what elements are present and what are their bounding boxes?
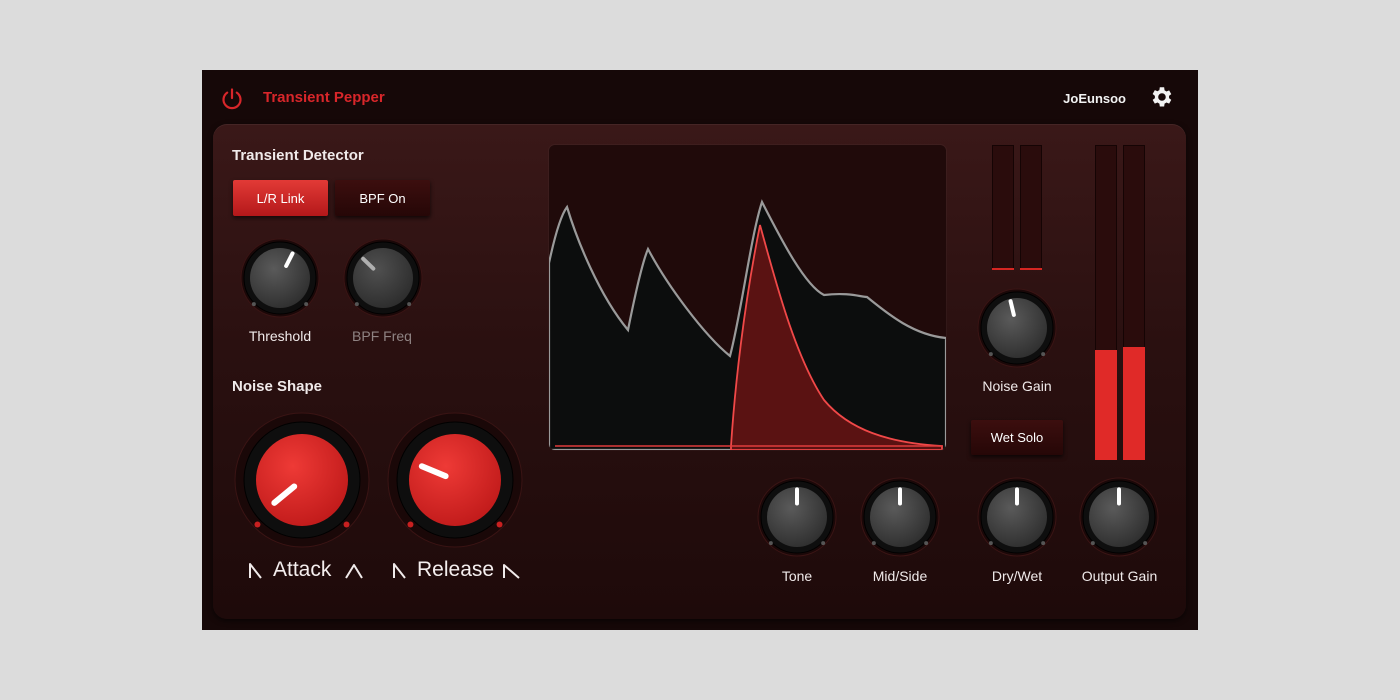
release-long-icon: [503, 564, 520, 579]
noise-shape-title: Noise Shape: [232, 378, 323, 395]
bpf-freq-knob-graphic: [343, 238, 423, 318]
waveform-display: [549, 145, 946, 450]
output-gain-knob-graphic: [1079, 477, 1159, 557]
output-meter-left-fill: [1095, 349, 1117, 460]
tone-knob-graphic: [757, 477, 837, 557]
user-name: JoEunsoo: [1063, 91, 1126, 106]
attack-knob[interactable]: [234, 412, 370, 548]
gear-icon[interactable]: [1148, 84, 1174, 110]
attack-short-icon: [249, 563, 262, 579]
threshold-knob-graphic: [240, 238, 320, 318]
threshold-label: Threshold: [248, 328, 312, 344]
bpf-freq-knob[interactable]: [343, 238, 423, 318]
noise-gain-knob[interactable]: [977, 288, 1057, 368]
tone-knob[interactable]: [757, 477, 837, 557]
app-title: Transient Pepper: [263, 89, 385, 106]
output-meter-right: [1123, 145, 1145, 460]
noise-meter-right-cap: [1020, 268, 1042, 270]
top-bar: Transient Pepper JoEunsoo: [202, 70, 1198, 126]
release-knob[interactable]: [387, 412, 523, 548]
tone-label: Tone: [781, 568, 813, 584]
bpf-freq-label: BPF Freq: [352, 328, 412, 344]
output-gain-knob[interactable]: [1079, 477, 1159, 557]
threshold-knob[interactable]: [240, 238, 320, 318]
noise-meter-left: [992, 145, 1014, 270]
dry-wet-knob-graphic: [977, 477, 1057, 557]
bpf-on-button[interactable]: BPF On: [335, 180, 430, 216]
release-short-icon: [393, 563, 406, 579]
output-meter-left: [1095, 145, 1117, 460]
mid-side-label: Mid/Side: [872, 568, 928, 584]
output-gain-label: Output Gain: [1081, 568, 1158, 584]
attack-long-icon: [345, 564, 363, 579]
dry-wet-label: Dry/Wet: [991, 568, 1043, 584]
lr-link-button[interactable]: L/R Link: [233, 180, 328, 216]
waveform-graph: [549, 199, 946, 450]
transient-detector-title: Transient Detector: [232, 147, 364, 164]
noise-gain-label: Noise Gain: [982, 378, 1052, 394]
noise-meter-right: [1020, 145, 1042, 270]
output-meter-right-fill: [1123, 346, 1145, 460]
mid-side-knob-graphic: [860, 477, 940, 557]
release-knob-graphic: [387, 412, 523, 548]
noise-meter-left-cap: [992, 268, 1014, 270]
dry-wet-knob[interactable]: [977, 477, 1057, 557]
attack-knob-graphic: [234, 412, 370, 548]
release-label: Release: [417, 558, 495, 581]
wet-solo-button[interactable]: Wet Solo: [971, 420, 1063, 455]
attack-label: Attack: [273, 558, 332, 581]
power-icon[interactable]: [220, 87, 244, 111]
noise-gain-knob-graphic: [977, 288, 1057, 368]
mid-side-knob[interactable]: [860, 477, 940, 557]
